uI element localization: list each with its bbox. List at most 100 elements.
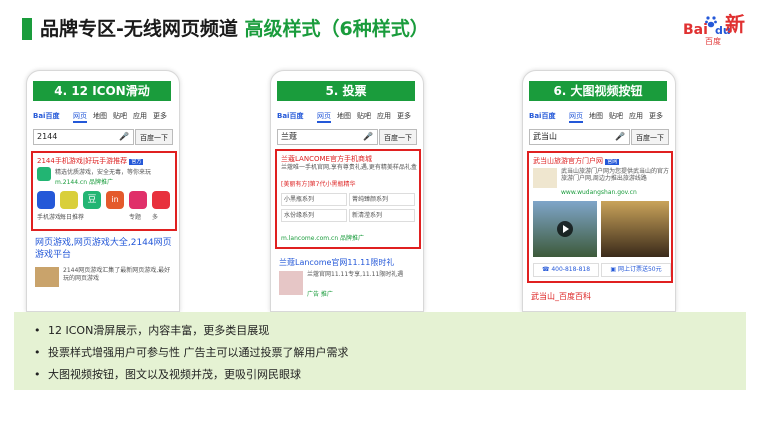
daily-icon[interactable] bbox=[60, 191, 78, 209]
tab-web[interactable]: 网页 bbox=[569, 111, 583, 123]
scenery-image[interactable] bbox=[601, 201, 669, 257]
brand-ad-box: 武当山旅游官方门户网 官网 武当山旅游门户网为您提供武当山的官方旅游门户网,周边… bbox=[527, 151, 673, 283]
phone-title: 4. 12 ICON滑动 bbox=[33, 81, 171, 101]
phone-number: 400-818-818 bbox=[551, 266, 591, 273]
ad-title-text[interactable]: 2144手机游戏|好玩手游推荐 bbox=[37, 157, 127, 165]
booking-button[interactable]: ▣ 网上订票送50元 bbox=[601, 263, 671, 277]
result-description: 兰蔻官网11.11专享,11.11限时礼遇 bbox=[307, 271, 404, 278]
result-url: 广告 推广 bbox=[307, 291, 333, 298]
vote-option[interactable]: 水份缘系列 bbox=[281, 209, 347, 222]
official-badge: 官方 bbox=[129, 159, 144, 165]
search-tabs: Bai百度 网页 地图 贴吧 应用 更多 bbox=[277, 111, 417, 125]
search-row: 2144 🎤 百度一下 bbox=[33, 129, 173, 145]
tab-web[interactable]: 网页 bbox=[73, 111, 87, 123]
booking-label: 网上订票送50元 bbox=[617, 266, 662, 273]
ad-description: 武当山旅游门户网为您提供武当山的官方旅游门户网,周边力推出旅游线路 bbox=[561, 168, 670, 182]
ad-url: m.lancome.com.cn 品牌推广 bbox=[281, 235, 365, 242]
icon-slider[interactable]: 豆 in 手机游戏 每日推荐 专题 多 bbox=[37, 191, 175, 225]
result-title[interactable]: 网页游戏,网页游戏大全,2144网页游戏平台 bbox=[35, 237, 175, 261]
search-row: 武当山 🎤 百度一下 bbox=[529, 129, 669, 145]
feature-item: • 投票样式增强用户可参与性 广告主可以通过投票了解用户需求 bbox=[34, 346, 349, 359]
phone-title: 6. 大图视频按钮 bbox=[529, 81, 667, 101]
ad-title[interactable]: 武当山旅游官方门户网 官网 bbox=[533, 156, 620, 166]
feature-item: • 12 ICON滑屏展示，内容丰富，更多类目展现 bbox=[34, 324, 270, 337]
tab-tieba[interactable]: 贴吧 bbox=[609, 111, 623, 121]
tab-map[interactable]: 地图 bbox=[93, 111, 107, 121]
play-button-icon[interactable] bbox=[557, 221, 573, 237]
tab-map[interactable]: 地图 bbox=[589, 111, 603, 121]
tab-apps[interactable]: 应用 bbox=[629, 111, 643, 121]
ticket-icon: ▣ bbox=[610, 266, 617, 273]
vote-option[interactable]: 菁纯臻颜系列 bbox=[349, 193, 415, 206]
microphone-icon[interactable]: 🎤 bbox=[615, 132, 625, 141]
logo-sub-text: 百度 bbox=[705, 37, 721, 46]
search-button[interactable]: 百度一下 bbox=[631, 129, 669, 145]
search-row: 兰蔻 🎤 百度一下 bbox=[277, 129, 417, 145]
page-title: 品牌专区-无线网页频道 高级样式（6种样式） bbox=[40, 14, 429, 41]
brand-ad-box: 2144手机游戏|好玩手游推荐 官方 精选优质游戏，安全无毒，等你来玩 m.21… bbox=[31, 151, 177, 231]
ad-url: m.2144.cn 品牌推广 bbox=[55, 179, 113, 186]
phone-mockup-icon-slide: 4. 12 ICON滑动 Bai百度 网页 地图 贴吧 应用 更多 2144 🎤… bbox=[26, 70, 180, 312]
result-title[interactable]: 兰蔻Lancome官网11.11限时礼 bbox=[279, 257, 419, 268]
page-title-main: 品牌专区-无线网页频道 bbox=[40, 18, 238, 40]
official-badge: 官网 bbox=[605, 159, 620, 165]
phone-mockup-video: 6. 大图视频按钮 Bai百度 网页 地图 贴吧 应用 更多 武当山 🎤 百度一… bbox=[522, 70, 676, 312]
result-thumbnail bbox=[35, 267, 59, 287]
icon-label: 每日推荐 bbox=[60, 214, 85, 221]
tab-apps[interactable]: 应用 bbox=[133, 111, 147, 121]
search-tabs: Bai百度 网页 地图 贴吧 应用 更多 bbox=[33, 111, 173, 125]
ad-description: 兰蔻唯一手机官网,享有尊贵礼遇,更有精美样品礼盒 bbox=[281, 164, 417, 171]
microphone-icon[interactable]: 🎤 bbox=[363, 132, 373, 141]
tab-more[interactable]: 更多 bbox=[153, 111, 167, 121]
tab-tieba[interactable]: 贴吧 bbox=[357, 111, 371, 121]
icon-label: 多 bbox=[152, 214, 159, 221]
tab-logo: Bai百度 bbox=[277, 112, 304, 120]
brand-logo-icon bbox=[533, 168, 557, 188]
result-title[interactable]: 武当山_百度百科 bbox=[531, 291, 591, 302]
ad-title-text[interactable]: 武当山旅游官方门户网 bbox=[533, 157, 603, 165]
ad-title[interactable]: 兰蔻LANCOME官方手机商城 bbox=[281, 154, 372, 164]
microphone-icon[interactable]: 🎤 bbox=[119, 132, 129, 141]
more-icon[interactable] bbox=[152, 191, 170, 209]
feature-item: • 大图视频按钮，图文以及视频并茂，更吸引网民眼球 bbox=[34, 368, 301, 381]
tab-tieba[interactable]: 贴吧 bbox=[113, 111, 127, 121]
brand-ad-box: 兰蔻LANCOME官方手机商城 兰蔻唯一手机官网,享有尊贵礼遇,更有精美样品礼盒… bbox=[275, 149, 421, 249]
phone-mockup-vote: 5. 投票 Bai百度 网页 地图 贴吧 应用 更多 兰蔻 🎤 百度一下 兰蔻L… bbox=[270, 70, 424, 312]
vote-option[interactable]: 小黑瓶系列 bbox=[281, 193, 347, 206]
feature-text: 投票样式增强用户可参与性 广告主可以通过投票了解用户需求 bbox=[48, 346, 349, 359]
page-title-accent: 高级样式（6种样式） bbox=[244, 18, 429, 40]
phone-icon: ☎ bbox=[541, 266, 550, 273]
ad-description: 精选优质游戏，安全无毒，等你来玩 bbox=[55, 169, 152, 176]
topic-icon[interactable] bbox=[129, 191, 147, 209]
logo-new-badge: 新 bbox=[725, 12, 745, 36]
vote-option[interactable]: 新清滢系列 bbox=[349, 209, 415, 222]
phone-title: 5. 投票 bbox=[277, 81, 415, 101]
icon-label: 专题 bbox=[129, 214, 142, 221]
feature-list: • 12 ICON滑屏展示，内容丰富，更多类目展现 • 投票样式增强用户可参与性 广… bbox=[14, 312, 746, 390]
feature-text: 大图视频按钮，图文以及视频并茂，更吸引网民眼球 bbox=[48, 368, 301, 381]
bean-icon[interactable]: 豆 bbox=[83, 191, 101, 209]
icon-label: 手机游戏 bbox=[37, 214, 62, 221]
tab-more[interactable]: 更多 bbox=[649, 111, 663, 121]
tab-logo: Bai百度 bbox=[33, 112, 60, 120]
feature-text: 12 ICON滑屏展示，内容丰富，更多类目展现 bbox=[48, 324, 270, 337]
header-accent-bar bbox=[22, 18, 32, 40]
ad-title[interactable]: 2144手机游戏|好玩手游推荐 官方 bbox=[37, 156, 144, 166]
tab-map[interactable]: 地图 bbox=[337, 111, 351, 121]
result-description: 2144网页游戏汇集了最新网页游戏,最好玩的网页游戏 bbox=[63, 267, 171, 282]
search-button[interactable]: 百度一下 bbox=[135, 129, 173, 145]
ad-url: www.wudangshan.gov.cn bbox=[561, 189, 637, 196]
baidu-logo: Bai du 新 百度 bbox=[683, 10, 747, 46]
tab-more[interactable]: 更多 bbox=[397, 111, 411, 121]
app-logo-icon bbox=[37, 167, 51, 181]
video-image[interactable] bbox=[533, 201, 597, 257]
search-button[interactable]: 百度一下 bbox=[379, 129, 417, 145]
result-thumbnail bbox=[279, 271, 303, 295]
tab-web[interactable]: 网页 bbox=[317, 111, 331, 123]
ad-highlight[interactable]: [美丽有方]第7代小黑瓶精华 bbox=[281, 179, 356, 188]
game-icon[interactable] bbox=[37, 191, 55, 209]
in-icon[interactable]: in bbox=[106, 191, 124, 209]
tab-apps[interactable]: 应用 bbox=[377, 111, 391, 121]
tab-logo: Bai百度 bbox=[529, 112, 556, 120]
call-button[interactable]: ☎ 400-818-818 bbox=[533, 263, 599, 277]
